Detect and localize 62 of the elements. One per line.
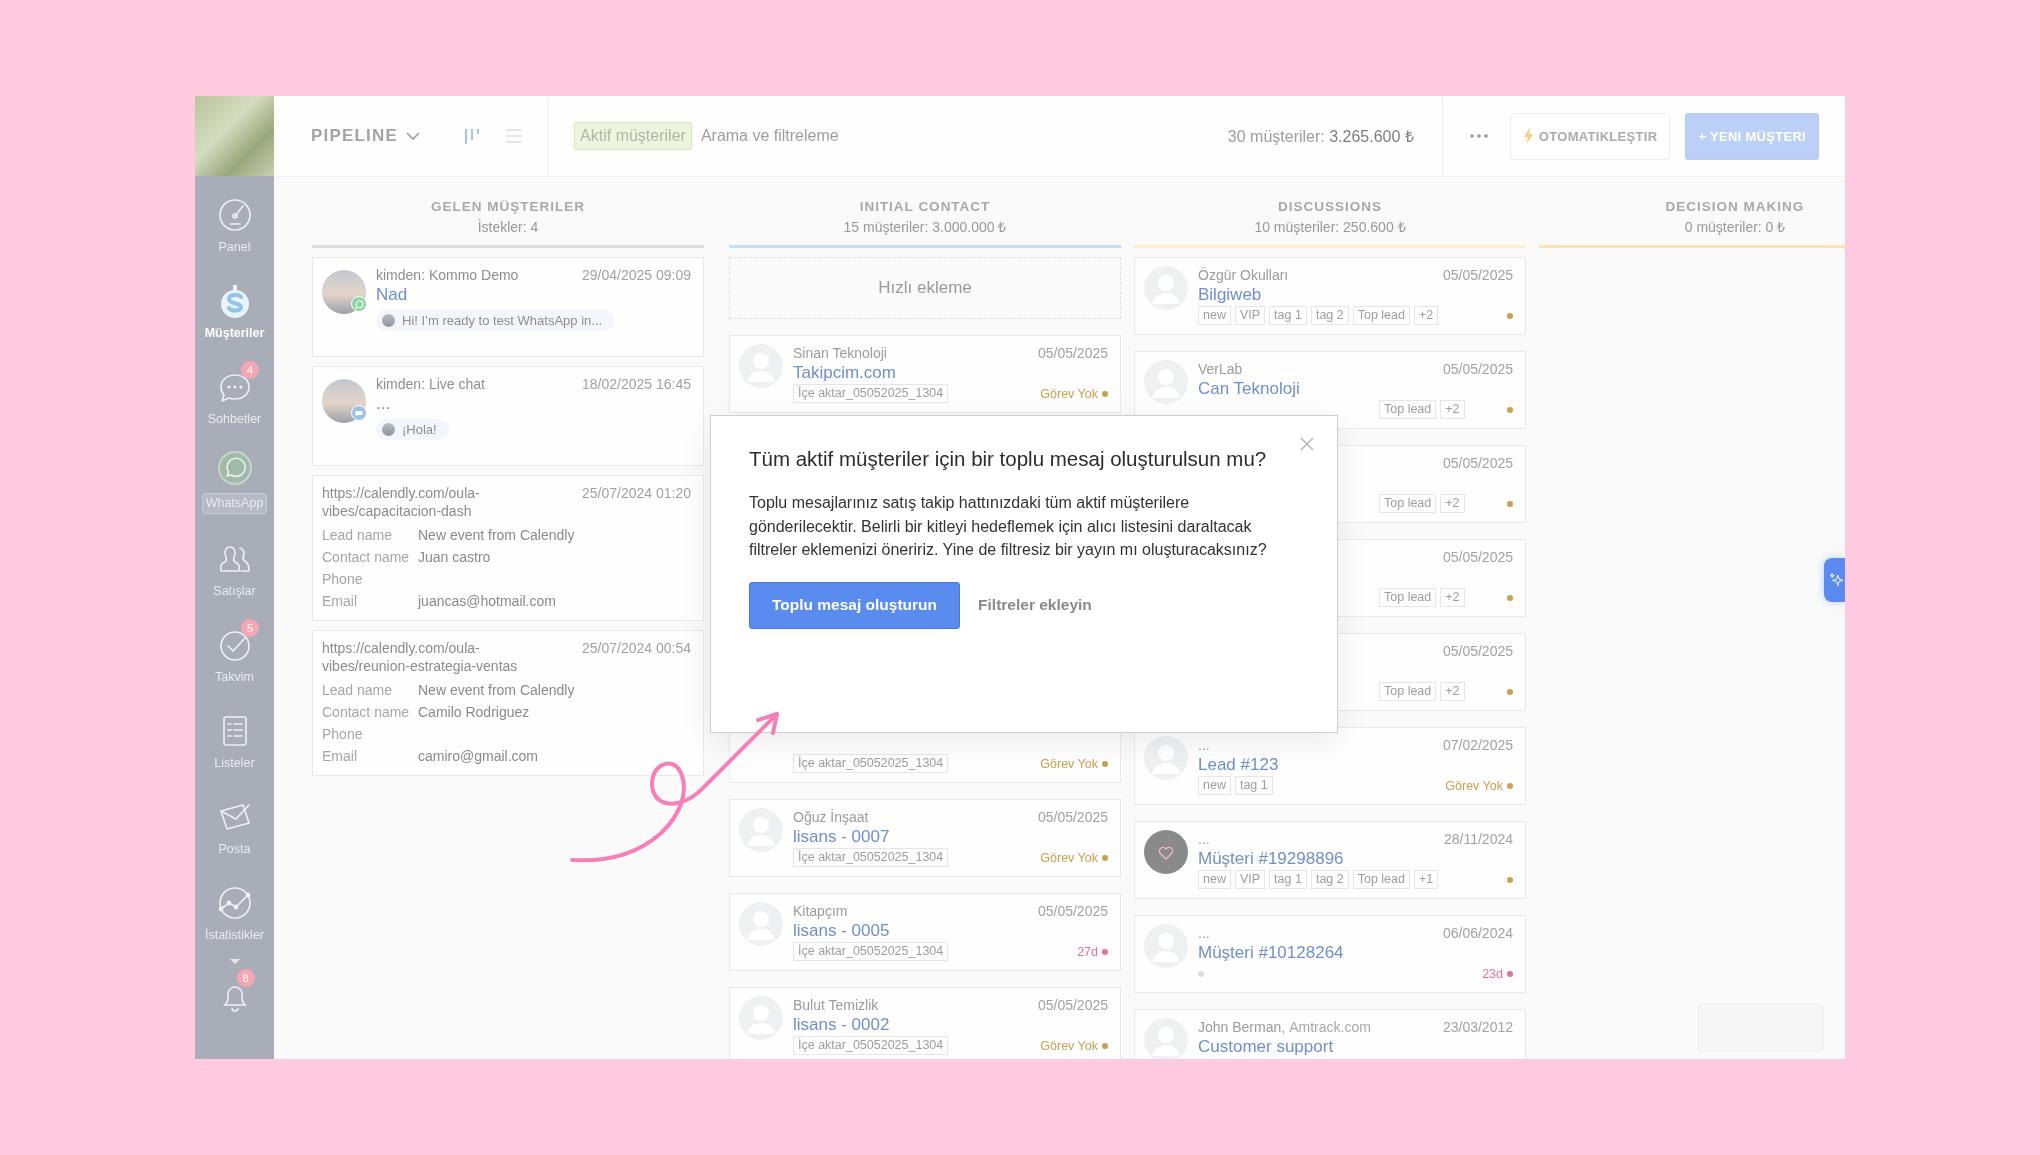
source-text: kimden: Kommo Demo (376, 266, 519, 284)
date-text: 05/05/2025 (1037, 996, 1108, 1014)
company-name: Sinan Teknoloji (793, 344, 887, 362)
field-label: Lead name (322, 681, 394, 700)
date-text: 05/05/2025 (1037, 902, 1108, 920)
source-text: kimden: Live chat (376, 375, 485, 393)
date-text: 05/05/2025 (1037, 808, 1108, 826)
company-name: Özgür Okulları (1198, 266, 1289, 284)
date-text: 28/11/2024 (1443, 830, 1513, 848)
task-status: 23d (1482, 966, 1503, 981)
company-name: Bulut Temizlik (793, 996, 879, 1014)
company-name: ... (1198, 736, 1210, 754)
task-status: Görev Yok (1040, 756, 1098, 771)
date-text: 05/05/2025 (1442, 266, 1513, 284)
field-value: New event from Calendly (418, 681, 576, 700)
date-text: 29/04/2025 09:09 (582, 266, 691, 284)
field-label: Phone (322, 570, 364, 589)
field-label: Lead name (322, 526, 394, 545)
date-text: 05/05/2025 (1442, 360, 1513, 378)
field-label: Phone (322, 725, 364, 744)
date-text: 05/05/2025 (1037, 344, 1108, 362)
date-text: 07/02/2025 (1442, 736, 1513, 754)
company-name: Oğuz İnşaat (793, 808, 869, 826)
company-name: John Berman, Amtrack.com (1198, 1018, 1371, 1036)
column-header: INITIAL CONTACT 15 müşteriler: 3.000.000 ₺ (729, 197, 1121, 248)
column-header: GELEN MÜŞTERILER İstekler: 4 (312, 197, 704, 248)
date-text: 25/07/2024 01:20 (582, 484, 691, 502)
count-badge: 5 (241, 619, 259, 637)
count-badge: 8 (236, 969, 255, 987)
field-value: juancas@hotmail.com (418, 592, 557, 611)
company-name: ... (1198, 830, 1210, 848)
dialog-text: Toplu mesajlarınız satış takip hattınızdaki tüm aktif müşterilere gönderilecektir. Belirli bir kitleyi hedeflemek için alıcı listesini daraltacak filtreler eklemenizi öneririz. Yine de filtresiz bir yayın mı oluşturacaksınız? (749, 493, 1268, 560)
company-name: ... (1198, 924, 1210, 942)
summary-text: 30 müşteriler: 3.265.600 ₺ (1227, 127, 1415, 147)
date-text: 18/02/2025 16:45 (582, 375, 691, 393)
column-header: DISCUSSIONS 10 müşteriler: 250.600 ₺ (1134, 197, 1526, 248)
date-text: 23/03/2012 (1442, 1018, 1513, 1036)
field-label: Email (322, 592, 358, 611)
date-text: 05/05/2025 (1442, 548, 1513, 566)
field-value: camiro@gmail.com (418, 747, 539, 766)
date-text: 06/06/2024 (1442, 924, 1513, 942)
field-label: Contact name (322, 703, 411, 722)
date-text: 25/07/2024 00:54 (582, 639, 691, 657)
date-text: 05/05/2025 (1442, 642, 1513, 660)
column-header: DECISION MAKING 0 müşteriler: 0 ₺ (1539, 197, 1845, 248)
company-name: Kitapçım (793, 902, 848, 920)
field-value: Camilo Rodriguez (418, 703, 531, 722)
task-status: Görev Yok (1445, 778, 1503, 793)
dialog-title: Tüm aktif müşteriler için bir toplu mesaj oluşturulsun mu? (749, 446, 1268, 472)
source-url: https://calendly.com/oula-vibes/capacitacion-dash (322, 484, 481, 520)
task-status: Görev Yok (1040, 850, 1098, 865)
date-text: 05/05/2025 (1442, 454, 1513, 472)
task-status: Görev Yok (1040, 1038, 1098, 1053)
task-status: Görev Yok (1040, 386, 1098, 401)
company-name: VerLab (1198, 360, 1243, 378)
count-badge: 4 (241, 361, 259, 379)
field-label: Email (322, 747, 358, 766)
field-value: New event from Calendly (418, 526, 576, 545)
field-label: Contact name (322, 548, 411, 567)
task-status: 27d (1077, 944, 1098, 959)
source-url: https://calendly.com/oula-vibes/reunion-estrategia-ventas (322, 639, 519, 675)
field-value: Juan castro (418, 548, 492, 567)
